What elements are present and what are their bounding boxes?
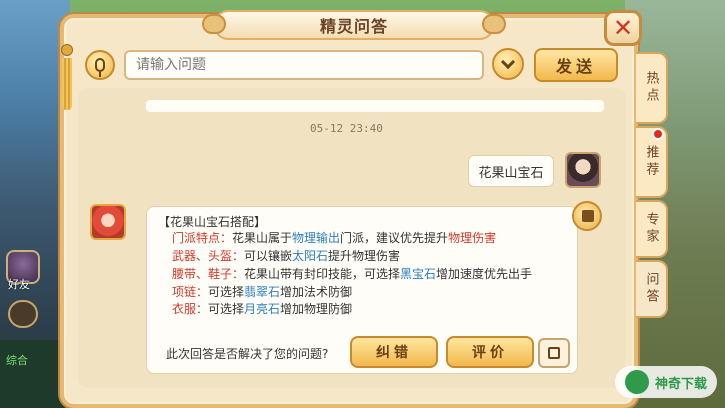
answer-line: 腰带、鞋子：花果山带有封印技能，可选择黑宝石增加速度优先出手 <box>172 265 532 282</box>
dialog-title-bar: 精灵问答 <box>202 10 506 40</box>
answer-line: 武器、头盔：可以镶嵌太阳石提升物理伤害 <box>172 247 400 264</box>
answer-text: 门派，建议优先提升 <box>340 231 449 245</box>
user-message-bubble: 花果山宝石 <box>468 155 554 187</box>
answer-line-label: 项链： <box>172 285 209 299</box>
voice-input-button[interactable] <box>85 50 115 80</box>
answer-highlight: 物理伤害 <box>448 231 497 245</box>
answer-line-label: 武器、头盔： <box>172 249 245 263</box>
rate-button[interactable]: 评价 <box>446 336 534 368</box>
answer-line-label: 衣服： <box>172 302 209 316</box>
answer-text: 增加物理防御 <box>280 302 353 316</box>
watermark: 神奇下载 <box>614 366 717 398</box>
tab-hot[interactable]: 热点 <box>636 52 668 124</box>
answer-text: 花果山属于 <box>232 231 293 245</box>
edit-button[interactable] <box>538 338 570 368</box>
microphone-icon <box>95 58 105 77</box>
assistant-avatar <box>90 204 126 240</box>
channel-label: 综合 <box>6 354 28 367</box>
report-error-button[interactable]: 纠错 <box>350 336 438 368</box>
message-timestamp: 05-12 23:40 <box>310 122 383 135</box>
watermark-text: 神奇下载 <box>654 376 707 392</box>
answer-text: 可以镶嵌 <box>244 249 293 263</box>
answer-line-label: 门派特点： <box>172 231 233 245</box>
close-button[interactable]: ✕ <box>604 10 642 46</box>
answer-line: 衣服：可选择月亮石增加物理防御 <box>172 300 352 317</box>
answer-title: 【花果山宝石搭配】 <box>158 215 267 229</box>
tab-qa[interactable]: 问答 <box>636 260 668 318</box>
edit-icon <box>548 347 560 359</box>
answer-text: 可选择 <box>208 302 245 316</box>
dialog-title: 精灵问答 <box>319 17 388 36</box>
answer-highlight[interactable]: 物理输出 <box>292 231 340 245</box>
message-scroll-track[interactable] <box>146 100 604 112</box>
tab-expert[interactable]: 专家 <box>636 200 668 258</box>
answer-line: 项链：可选择翡翠石增加法术防御 <box>172 283 352 300</box>
answer-highlight[interactable]: 太阳石 <box>292 249 328 263</box>
chat-bubble-icon[interactable] <box>8 300 38 328</box>
tassel-decoration <box>61 44 73 124</box>
answer-highlight[interactable]: 翡翠石 <box>244 285 280 299</box>
send-button[interactable]: 发送 <box>534 48 618 82</box>
answer-text: 可选择 <box>208 285 245 299</box>
chevron-down-icon <box>500 54 516 69</box>
history-dropdown-button[interactable] <box>492 48 524 80</box>
tab-recommend-badge <box>652 128 664 140</box>
user-avatar <box>565 152 601 188</box>
answer-text: 提升物理伤害 <box>328 249 401 263</box>
tassel-knot <box>61 44 73 56</box>
feedback-question: 此次回答是否解决了您的问题? <box>166 347 329 361</box>
watermark-logo-icon <box>624 370 649 394</box>
answer-text: 增加速度优先出手 <box>436 267 533 281</box>
answer-text: 花果山带有封印技能，可选择 <box>244 267 401 281</box>
close-icon: ✕ <box>612 14 634 42</box>
friend-label: 好友 <box>8 278 30 291</box>
answer-highlight[interactable]: 月亮石 <box>244 302 280 316</box>
answer-text: 增加法术防御 <box>280 285 353 299</box>
tassel-body <box>62 58 72 110</box>
answer-highlight[interactable]: 黑宝石 <box>400 267 436 281</box>
answer-line-label: 腰带、鞋子： <box>172 267 245 281</box>
question-input[interactable] <box>124 50 484 80</box>
answer-line: 门派特点：花果山属于物理输出门派，建议优先提升物理伤害 <box>172 229 496 246</box>
book-icon[interactable] <box>572 201 602 231</box>
title-ornament-left <box>202 14 226 34</box>
title-ornament-right <box>482 14 506 34</box>
